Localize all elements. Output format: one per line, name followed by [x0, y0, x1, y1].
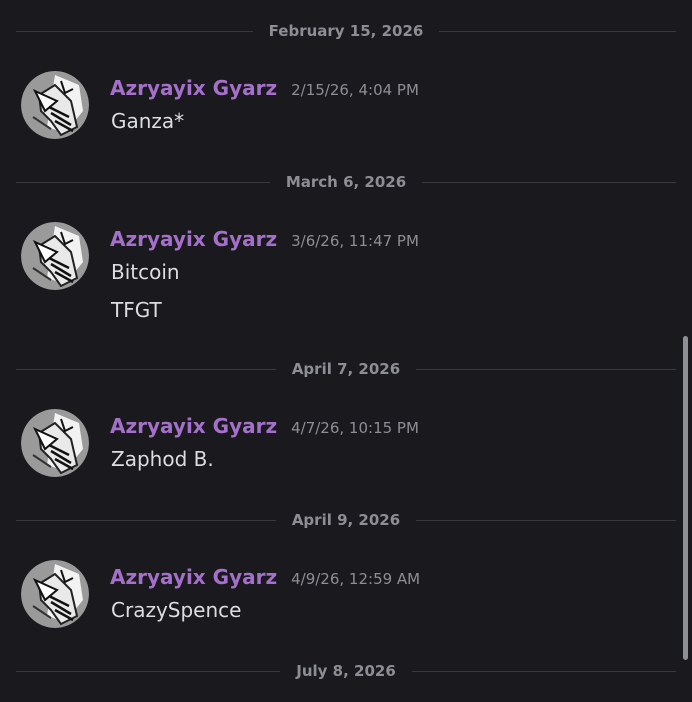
date-divider: July 8, 2026 — [16, 661, 677, 681]
divider-line — [416, 368, 677, 370]
message-timestamp[interactable]: 2/15/26, 4:04 PM — [291, 81, 419, 99]
avatar[interactable] — [21, 222, 89, 290]
scrollbar-thumb[interactable] — [683, 336, 688, 660]
divider-date: February 15, 2026 — [268, 22, 424, 40]
divider-line — [16, 181, 270, 183]
divider-line — [416, 519, 677, 521]
message-content: Ganza* — [111, 109, 184, 147]
avatar[interactable] — [21, 409, 89, 477]
author-name[interactable]: Azryayix Gyarz — [110, 565, 277, 589]
message-timestamp[interactable]: 4/9/26, 12:59 AM — [291, 570, 420, 588]
message-text: Zaphod B. — [111, 447, 214, 471]
divider-line — [16, 30, 253, 32]
author-name[interactable]: Azryayix Gyarz — [110, 414, 277, 438]
divider-line — [16, 368, 276, 370]
message-content: Zaphod B. — [111, 447, 214, 485]
message-group: Azryayix Gyarz 3/6/26, 11:47 PM Bitcoin … — [0, 222, 670, 332]
avatar[interactable] — [21, 560, 89, 628]
message-timestamp[interactable]: 3/6/26, 11:47 PM — [291, 232, 419, 250]
divider-line — [422, 181, 677, 183]
message-text: TFGT — [111, 298, 162, 322]
message-header: Azryayix Gyarz 4/7/26, 10:15 PM — [110, 414, 419, 438]
date-divider: February 15, 2026 — [16, 21, 676, 41]
divider-date: March 6, 2026 — [285, 173, 407, 191]
chat-message-list: February 15, 2026 Azryayix Gyarz 2/15/26… — [0, 0, 692, 702]
message-text: CrazySpence — [111, 598, 242, 622]
divider-line — [16, 519, 276, 521]
message-text: Bitcoin — [111, 260, 180, 284]
divider-date: April 9, 2026 — [291, 511, 401, 529]
message-group: Azryayix Gyarz 2/15/26, 4:04 PM Ganza* — [0, 71, 670, 141]
message-group: Azryayix Gyarz 4/7/26, 10:15 PM Zaphod B… — [0, 409, 670, 479]
divider-date: July 8, 2026 — [296, 662, 396, 680]
divider-date: April 7, 2026 — [291, 360, 401, 378]
author-name[interactable]: Azryayix Gyarz — [110, 227, 277, 251]
divider-line — [16, 670, 281, 672]
message-text: Ganza* — [111, 109, 185, 133]
avatar[interactable] — [21, 71, 89, 139]
message-content: CrazySpence — [111, 598, 241, 636]
message-group: Azryayix Gyarz 4/9/26, 12:59 AM CrazySpe… — [0, 560, 670, 630]
date-divider: April 7, 2026 — [16, 359, 677, 379]
message-header: Azryayix Gyarz 2/15/26, 4:04 PM — [110, 76, 419, 100]
message-timestamp[interactable]: 4/7/26, 10:15 PM — [291, 419, 419, 437]
bird-sketch-icon — [21, 71, 89, 139]
divider-line — [439, 30, 676, 32]
author-name[interactable]: Azryayix Gyarz — [110, 76, 277, 100]
message-header: Azryayix Gyarz 3/6/26, 11:47 PM — [110, 227, 419, 251]
date-divider: April 9, 2026 — [16, 510, 677, 530]
bird-sketch-icon — [21, 560, 89, 628]
bird-sketch-icon — [21, 222, 89, 290]
message-content: Bitcoin TFGT — [111, 260, 180, 336]
date-divider: March 6, 2026 — [16, 172, 677, 192]
message-header: Azryayix Gyarz 4/9/26, 12:59 AM — [110, 565, 420, 589]
bird-sketch-icon — [21, 409, 89, 477]
divider-line — [411, 670, 677, 672]
